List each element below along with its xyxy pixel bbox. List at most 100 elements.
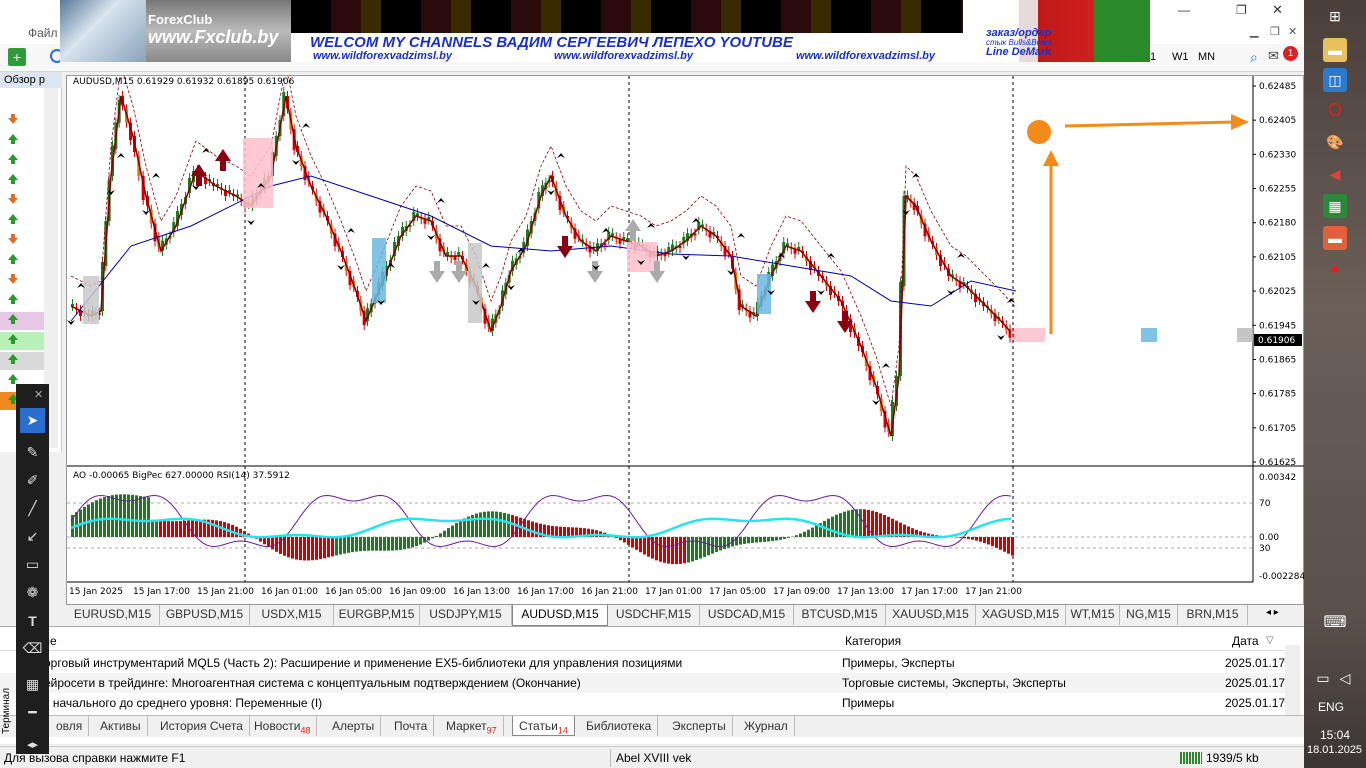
calculator-icon[interactable]: ▦ [1323, 194, 1347, 218]
sort-icon[interactable]: ▽ [1266, 631, 1274, 651]
minimize-button[interactable]: — [1178, 3, 1190, 17]
maximize-button[interactable]: ❐ [1236, 3, 1247, 17]
market-watch-row[interactable] [0, 192, 44, 210]
market-watch-row[interactable] [0, 252, 44, 270]
clock-date[interactable]: 18.01.2025 [1307, 744, 1362, 756]
timeframe-mn[interactable]: MN [1198, 51, 1215, 63]
paint-icon[interactable]: 🎨 [1323, 130, 1347, 154]
clock-time[interactable]: 15:04 [1320, 728, 1350, 742]
chart-tab[interactable]: BTCUSD,M15 [794, 605, 886, 625]
app-window: — ❐ ✕ Файл ▁ ❐ ✕ + 1 W1 MN ⌕ ✉ 1 ForexCl… [0, 0, 1366, 768]
status-bar: Для вызова справки нажмите F1 Abel XVIII… [0, 746, 1304, 768]
network-icon[interactable]: ▭ [1316, 666, 1330, 690]
market-watch-row[interactable] [0, 152, 44, 170]
terminal-tab[interactable]: Почта [388, 716, 435, 736]
chart-window[interactable]: 0.62485 0.62405 0.62330 0.62255 0.62180 0.621… [66, 75, 1305, 606]
table-row[interactable]: ейросети в трейдинге: Многоагентная сист… [0, 673, 1285, 693]
marker-icon[interactable]: ✐ [20, 468, 45, 493]
indicator-label: -0.002284 [1259, 572, 1305, 582]
notification-badge[interactable]: 1 [1283, 46, 1298, 61]
chart-tab[interactable]: WT,M15 [1066, 605, 1120, 625]
column-category-header[interactable]: Категория [845, 631, 901, 651]
terminal-tab[interactable]: Маркет97 [440, 716, 504, 736]
cursor-icon[interactable]: ➤ [20, 408, 45, 433]
file-explorer-icon[interactable]: ▬ [1323, 38, 1347, 62]
chart-tab[interactable]: USDX,M15 [250, 605, 334, 625]
terminal-tab[interactable]: Статьи14 [512, 716, 575, 736]
market-watch-row[interactable] [0, 312, 44, 330]
market-watch-row[interactable] [0, 352, 44, 370]
chart-tab[interactable]: EURGBP,M15 [334, 605, 420, 625]
rectangle-icon[interactable]: ▭ [20, 552, 45, 577]
chart-tab[interactable]: USDCAD,M15 [700, 605, 794, 625]
market-watch-row[interactable] [0, 132, 44, 150]
line-icon[interactable]: ╱ [20, 496, 45, 521]
terminal-tab[interactable]: овля [50, 716, 90, 736]
ao-bar [531, 521, 534, 537]
banner-link-3[interactable]: www.wildforexvadzimsl.by [796, 50, 935, 62]
terminal-scrollbar[interactable] [1285, 645, 1300, 717]
text-tool-icon[interactable]: T [20, 608, 45, 633]
terminal-tab[interactable]: Библиотека [580, 716, 659, 736]
chart-tab[interactable]: EURUSD,M15 [66, 605, 160, 625]
table-row[interactable]: т начального до среднего уровня: Перемен… [0, 693, 1285, 713]
windows-start-icon[interactable]: ⊞ [1323, 4, 1347, 28]
shapes-icon[interactable]: ❁ [20, 580, 45, 605]
banner-ad[interactable]: ForexClub www.Fxclub.by WELCOM MY CHANNE… [60, 0, 1150, 62]
market-watch-row[interactable] [0, 172, 44, 190]
app-icon-orange[interactable]: ▬ [1323, 226, 1347, 250]
chart-tab[interactable]: BRN,M15 [1178, 605, 1248, 625]
app-icon-blue[interactable]: ◫ [1323, 68, 1347, 92]
terminal-tab[interactable]: Новости48 [248, 716, 318, 736]
line-width-icon[interactable]: ━ [20, 700, 45, 725]
keyboard-icon[interactable]: ⌨ [1323, 610, 1347, 634]
arrow-tool-icon[interactable]: ↙ [20, 524, 45, 549]
child-close-button[interactable]: ✕ [1288, 25, 1297, 38]
up-arrow-icon [8, 134, 18, 144]
banner-link-1[interactable]: www.wildforexvadzimsl.by [313, 50, 452, 62]
market-watch-row[interactable] [0, 232, 44, 250]
opera-icon[interactable]: O [1323, 98, 1347, 122]
column-date-header[interactable]: Дата [1232, 631, 1259, 651]
timeframe-partial[interactable]: 1 [1150, 51, 1156, 63]
chart-canvas[interactable]: 0.62485 0.62405 0.62330 0.62255 0.62180 0.621… [67, 76, 1305, 606]
terminal-tab[interactable]: Журнал [738, 716, 795, 736]
chart-tab[interactable]: XAGUSD,M15 [976, 605, 1066, 625]
pencil-icon[interactable]: ✎ [20, 440, 45, 465]
new-order-icon[interactable]: + [8, 48, 26, 66]
menu-file[interactable]: Файл [28, 26, 58, 40]
market-watch-row[interactable] [0, 212, 44, 230]
chart-tab[interactable]: GBPUSD,M15 [160, 605, 250, 625]
language-indicator[interactable]: ENG [1318, 700, 1344, 714]
chart-tab[interactable]: USDJPY,M15 [420, 605, 512, 625]
market-watch-row[interactable] [0, 332, 44, 350]
child-minimize-button[interactable]: ▁ [1250, 25, 1258, 38]
timeframe-w1[interactable]: W1 [1172, 51, 1189, 63]
chart-tab[interactable]: AUDUSD,M15 [512, 605, 608, 626]
eraser-icon[interactable]: ⌫ [20, 636, 45, 661]
market-watch-row[interactable] [0, 112, 44, 130]
drawing-close-icon[interactable]: ✕ [34, 388, 43, 401]
table-row[interactable]: орговый инструментарий MQL5 (Часть 2): Р… [0, 653, 1285, 673]
chart-tab[interactable]: NG,M15 [1120, 605, 1178, 625]
record-icon[interactable]: ● [1323, 258, 1347, 282]
close-button[interactable]: ✕ [1272, 2, 1283, 18]
checkerboard-icon[interactable]: ▦ [20, 672, 45, 697]
terminal-tab[interactable]: Алерты [326, 716, 382, 736]
volume-icon[interactable]: ◁ [1338, 666, 1352, 690]
speaker-icon[interactable]: ◀ [1323, 162, 1347, 186]
banner-link-2[interactable]: www.wildforexvadzimsl.by [554, 50, 693, 62]
market-watch-row[interactable] [0, 272, 44, 290]
chart-tab[interactable]: USDCHF,M15 [608, 605, 700, 625]
chart-tab[interactable]: XAUUSD,M15 [886, 605, 976, 625]
market-watch-row[interactable] [0, 292, 44, 310]
ao-bar [631, 537, 634, 548]
expand-icon[interactable]: ◂▸ [20, 732, 45, 757]
tab-scroll-arrows[interactable]: ◂ ▸ [1266, 607, 1279, 618]
child-restore-button[interactable]: ❐ [1270, 25, 1280, 38]
chat-icon[interactable]: ✉ [1268, 48, 1279, 64]
terminal-tab[interactable]: Активы [94, 716, 148, 736]
search-icon[interactable]: ⌕ [1250, 49, 1258, 66]
terminal-tab[interactable]: История Счета [154, 716, 250, 736]
terminal-tab[interactable]: Эксперты [666, 716, 733, 736]
